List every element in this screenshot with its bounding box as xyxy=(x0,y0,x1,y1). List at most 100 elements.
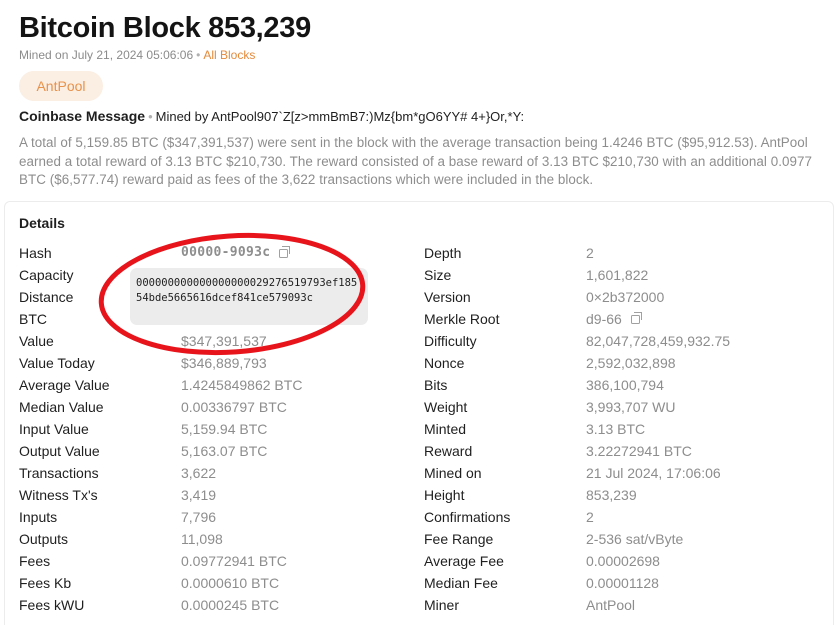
detail-key: Median Fee xyxy=(424,575,498,591)
detail-value: 0.00336797 BTC xyxy=(181,399,287,415)
detail-key: Reward xyxy=(424,443,473,459)
detail-key: Input Value xyxy=(19,421,89,437)
detail-row-fees-kwu: Fees kWU 0.0000245 BTC xyxy=(19,594,419,616)
detail-key: Fees Kb xyxy=(19,575,72,591)
detail-value: 2 xyxy=(586,245,594,261)
detail-row-input-value: Input Value 5,159.94 BTC xyxy=(19,418,419,440)
detail-value: 00000-9093c xyxy=(181,245,271,260)
detail-row-fee-range: Fee Range 2-536 sat/vByte xyxy=(424,528,824,550)
detail-key: Merkle Root xyxy=(424,311,500,327)
detail-key: Mined on xyxy=(424,465,482,481)
detail-row-weight: Weight 3,993,707 WU xyxy=(424,396,824,418)
pool-badge[interactable]: AntPool xyxy=(19,71,103,101)
detail-key: Average Value xyxy=(19,377,110,393)
detail-key: Fee Range xyxy=(424,531,494,547)
detail-row-version: Version 0×2b372000 xyxy=(424,286,824,308)
detail-row-fees: Fees 0.09772941 BTC xyxy=(19,550,419,572)
all-blocks-link[interactable]: All Blocks xyxy=(203,48,255,62)
detail-value: 0×2b372000 xyxy=(586,289,665,305)
coinbase-label: Coinbase Message xyxy=(19,108,146,124)
detail-value: 5,163.07 BTC xyxy=(181,443,268,459)
coinbase-separator: • xyxy=(148,109,153,124)
detail-value: 0.09772941 BTC xyxy=(181,553,287,569)
detail-row-hash: Hash 00000-9093c xyxy=(19,242,419,264)
detail-row-outputs: Outputs 11,098 xyxy=(19,528,419,550)
detail-row-miner: Miner AntPool xyxy=(424,594,824,616)
detail-value: 1,601,822 xyxy=(586,267,649,283)
detail-key: Miner xyxy=(424,597,460,613)
detail-value: 82,047,728,459,932.75 xyxy=(586,333,731,349)
coinbase-message: Coinbase Message • Mined by AntPool907`Z[z… xyxy=(19,108,524,124)
detail-row-median-fee: Median Fee 0.00001128 xyxy=(424,572,824,594)
subtitle-separator: • xyxy=(196,48,201,62)
detail-row-average-value: Average Value 1.4245849862 BTC xyxy=(19,374,419,396)
detail-row-bits: Bits 386,100,794 xyxy=(424,374,824,396)
detail-row-reward: Reward 3.22272941 BTC xyxy=(424,440,824,462)
detail-value: 0.0000245 BTC xyxy=(181,597,280,613)
copy-icon[interactable] xyxy=(279,246,291,258)
details-title: Details xyxy=(19,215,65,231)
title-text: Bitcoin Block xyxy=(19,12,201,44)
detail-value: 3.13 BTC xyxy=(586,421,646,437)
detail-key: Version xyxy=(424,289,471,305)
detail-row-confirmations: Confirmations 2 xyxy=(424,506,824,528)
detail-key: Witness Tx's xyxy=(19,487,98,503)
detail-row-transactions: Transactions 3,622 xyxy=(19,462,419,484)
detail-key: Capacity xyxy=(19,267,74,283)
detail-key: Difficulty xyxy=(424,333,477,349)
detail-key: Outputs xyxy=(19,531,69,547)
detail-row-inputs: Inputs 7,796 xyxy=(19,506,419,528)
detail-value: d9-66 xyxy=(586,311,622,327)
detail-value: 3.22272941 BTC xyxy=(586,443,692,459)
detail-value: 11,098 xyxy=(181,531,223,547)
detail-value: 1.4245849862 BTC xyxy=(181,377,303,393)
detail-row-median-value: Median Value 0.00336797 BTC xyxy=(19,396,419,418)
detail-row-merkle-root: Merkle Root d9-66 xyxy=(424,308,824,330)
detail-row-fees-kb: Fees Kb 0.0000610 BTC xyxy=(19,572,419,594)
detail-value: 386,100,794 xyxy=(586,377,664,393)
block-summary: A total of 5,159.85 BTC ($347,391,537) w… xyxy=(19,135,812,187)
detail-key: Value xyxy=(19,333,54,349)
detail-row-value-today: Value Today $346,889,793 xyxy=(19,352,419,374)
detail-row-minted: Minted 3.13 BTC xyxy=(424,418,824,440)
detail-key: Fees xyxy=(19,553,51,569)
detail-key: Output Value xyxy=(19,443,100,459)
detail-key: Average Fee xyxy=(424,553,504,569)
detail-value: $347,391,537 xyxy=(181,333,267,349)
detail-key: Depth xyxy=(424,245,462,261)
detail-row-difficulty: Difficulty 82,047,728,459,932.75 xyxy=(424,330,824,352)
detail-value: 0.00001128 xyxy=(586,575,659,591)
detail-row-value: Value $347,391,537 xyxy=(19,330,419,352)
detail-value: 2 xyxy=(586,509,594,525)
detail-value: 5,159.94 BTC xyxy=(181,421,268,437)
detail-key: Bits xyxy=(424,377,448,393)
detail-key: Height xyxy=(424,487,465,503)
detail-key: Fees kWU xyxy=(19,597,85,613)
detail-key: Minted xyxy=(424,421,467,437)
detail-value: 2-536 sat/vByte xyxy=(586,531,684,547)
detail-value: 7,796 xyxy=(181,509,217,525)
detail-value: 0.00002698 xyxy=(586,553,660,569)
coinbase-text: Mined by AntPool907`Z[z>mmBmB7:)Mz{bm*gO… xyxy=(155,109,525,124)
detail-value: 2,592,032,898 xyxy=(586,355,676,371)
detail-key: Distance xyxy=(19,289,74,305)
detail-value: 3,993,707 WU xyxy=(586,399,676,415)
detail-value: 3,622 xyxy=(181,465,217,481)
detail-value: 0.0000610 BTC xyxy=(181,575,280,591)
detail-key: BTC xyxy=(19,311,47,327)
detail-value: 21 Jul 2024, 17:06:06 xyxy=(586,465,721,481)
block-subtitle: Mined on July 21, 2024 05:06:06 • All Bloc… xyxy=(19,48,255,62)
detail-key: Weight xyxy=(424,399,468,415)
detail-key: Transactions xyxy=(19,465,99,481)
detail-key: Inputs xyxy=(19,509,58,525)
detail-value: AntPool xyxy=(586,597,636,613)
detail-value: 853,239 xyxy=(586,487,637,503)
detail-row-size: Size 1,601,822 xyxy=(424,264,824,286)
detail-key: Median Value xyxy=(19,399,104,415)
hash-tooltip: 000000000000000000029276519793ef18554bde… xyxy=(130,268,368,325)
detail-row-depth: Depth 2 xyxy=(424,242,824,264)
detail-key: Nonce xyxy=(424,355,465,371)
detail-row-nonce: Nonce 2,592,032,898 xyxy=(424,352,824,374)
detail-row-mined-on: Mined on 21 Jul 2024, 17:06:06 xyxy=(424,462,824,484)
copy-icon[interactable] xyxy=(630,312,642,324)
